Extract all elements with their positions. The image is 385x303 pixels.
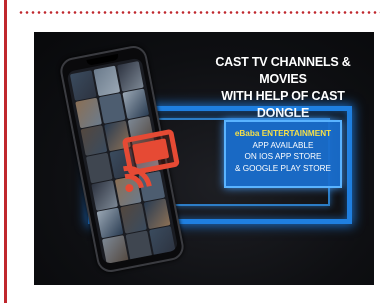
thumbnail-tile [80, 125, 108, 156]
thumbnail-tile [93, 65, 121, 97]
dotted-divider [18, 11, 380, 14]
thumbnail-tile [69, 70, 97, 101]
thumbnail-tile [125, 230, 153, 262]
thumbnail-tile [143, 198, 171, 230]
info-line-2: APP AVAILABLE [252, 140, 314, 150]
promo-banner-image: CAST TV CHANNELS & MOVIES WITH HELP OF C… [34, 32, 374, 285]
banner-headline: CAST TV CHANNELS & MOVIES WITH HELP OF C… [194, 54, 372, 122]
brand-name-text: eBaba ENTERTAINMENT [234, 129, 332, 138]
cast-icon [115, 123, 191, 193]
thumbnail-tile [120, 203, 147, 234]
thumbnail-tile [85, 152, 113, 184]
thumbnail-tile [149, 225, 176, 257]
info-line-4: & GOOGLE PLAY STORE [234, 163, 331, 173]
thumbnail-tile [96, 207, 124, 239]
thumbnail-tile [75, 97, 102, 129]
headline-line-2: WITH HELP OF CAST DONGLE [221, 89, 345, 120]
thumbnail-tile [101, 235, 129, 265]
thumbnail-tile [122, 88, 150, 120]
cast-waves-icon [123, 165, 152, 193]
thumbnail-tile [91, 180, 119, 211]
headline-line-1: CAST TV CHANNELS & MOVIES [215, 55, 351, 86]
app-availability-box: eBaba ENTERTAINMENT APP AVAILABLE ON IOS… [224, 120, 342, 188]
info-line-3: ON IOS APP STORE [244, 152, 322, 162]
thumbnail-tile [117, 61, 144, 92]
thumbnail-tile [98, 93, 126, 124]
left-border-line [4, 0, 7, 303]
